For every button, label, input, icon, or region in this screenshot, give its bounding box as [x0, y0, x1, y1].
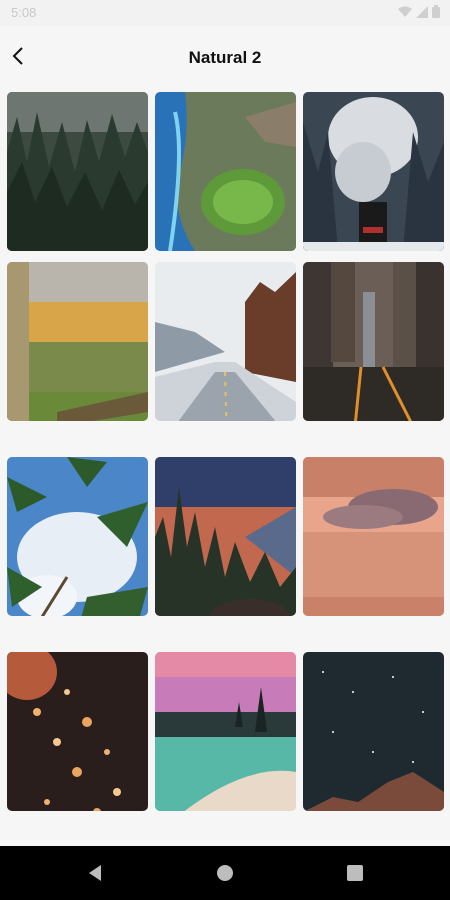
image-tile-field-sunset[interactable]: [7, 262, 148, 421]
home-circle-icon[interactable]: [215, 863, 235, 883]
battery-icon: [432, 5, 440, 21]
image-tile-forest[interactable]: [7, 92, 148, 251]
status-time: 5:08: [11, 5, 37, 20]
image-grid: [0, 90, 450, 846]
recents-square-icon[interactable]: [345, 863, 365, 883]
wifi-icon: [398, 6, 412, 21]
image-tile-palm-sky[interactable]: [7, 457, 148, 616]
image-tile-coast-aerial[interactable]: [155, 92, 296, 251]
navigation-bar: [0, 846, 450, 900]
image-tile-snowy-road[interactable]: [155, 262, 296, 421]
signal-icon: [416, 5, 428, 21]
image-tile-starry-mountain[interactable]: [303, 652, 444, 811]
image-tile-bokeh-lights[interactable]: [7, 652, 148, 811]
image-tile-train-smoke[interactable]: [303, 92, 444, 251]
image-tile-sea-sunset[interactable]: [303, 457, 444, 616]
image-tile-city-rain[interactable]: [303, 262, 444, 421]
image-tile-beach-palms[interactable]: [155, 652, 296, 811]
page-title: Natural 2: [188, 48, 262, 67]
back-triangle-icon[interactable]: [85, 863, 105, 883]
status-icons: [398, 5, 440, 21]
app-bar: Natural 2: [0, 26, 450, 90]
image-tile-pine-sunset[interactable]: [155, 457, 296, 616]
status-bar: 5:08: [0, 0, 450, 26]
